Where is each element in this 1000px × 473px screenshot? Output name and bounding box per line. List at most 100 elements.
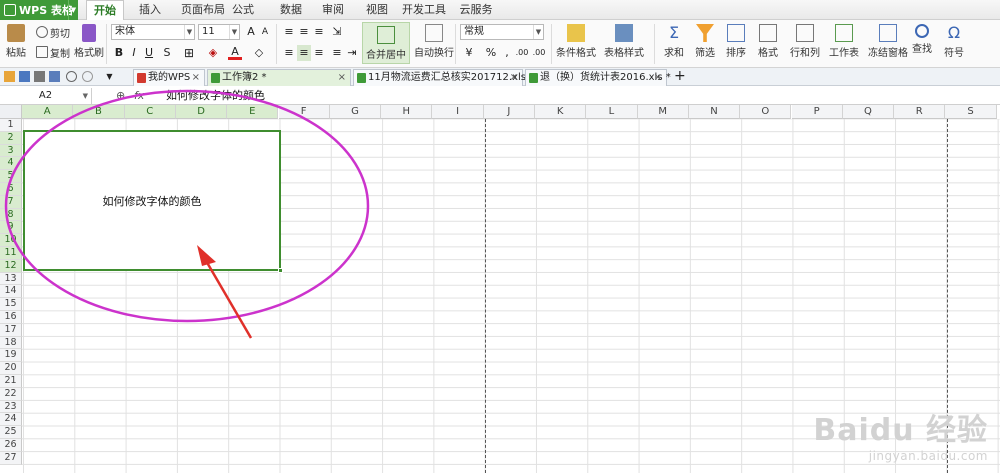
row-column-button[interactable]: 行和列 [790, 24, 820, 59]
tab-review[interactable]: 审阅 [317, 0, 349, 20]
doc-tab-returns[interactable]: 退（换）货统计表2016.xls * × [525, 69, 671, 86]
increase-decimal-button[interactable]: .00 [514, 45, 530, 61]
align-top-icon[interactable]: ≡ [282, 24, 296, 40]
copy-button[interactable]: 复制 [36, 44, 70, 60]
decrease-font-icon[interactable]: A [258, 24, 272, 40]
tab-cloud-service[interactable]: 云服务 [454, 0, 498, 20]
merge-center-button[interactable]: 合并居中 [362, 22, 410, 64]
conditional-format-button[interactable]: 条件格式 [556, 24, 596, 59]
column-header-h[interactable]: H [381, 105, 433, 119]
format-painter-button[interactable]: 格式刷 [74, 24, 104, 59]
name-box[interactable]: A2 ▼ [0, 88, 92, 104]
doc-tab-workbook2[interactable]: 工作簿2 * × [207, 69, 351, 86]
tab-view[interactable]: 视图 [361, 0, 393, 20]
row-header-19[interactable]: 19 [0, 349, 22, 363]
column-header-a[interactable]: A [22, 105, 74, 119]
font-color-icon[interactable]: A [228, 45, 242, 60]
row-header-25[interactable]: 25 [0, 426, 22, 439]
tab-home[interactable]: 开始 [86, 0, 124, 21]
row-header-17[interactable]: 17 [0, 323, 22, 337]
row-header-2[interactable]: 2 [0, 131, 22, 145]
tab-developer[interactable]: 开发工具 [402, 0, 446, 20]
bold-button[interactable]: B [112, 45, 126, 61]
column-header-f[interactable]: F [278, 105, 330, 119]
select-all-corner[interactable] [0, 105, 22, 119]
indent-icon[interactable]: ⇥ [345, 45, 359, 61]
align-bottom-icon[interactable]: ≡ [312, 24, 326, 40]
align-middle-icon[interactable]: ≡ [297, 24, 311, 40]
align-center-icon[interactable]: ≡ [297, 45, 311, 61]
close-icon[interactable]: × [654, 70, 662, 86]
strikethrough-icon[interactable]: S [160, 45, 174, 61]
justify-icon[interactable]: ≡ [330, 45, 344, 61]
number-format-select[interactable]: 常规 ▼ [460, 24, 544, 40]
row-header-7[interactable]: 7 [0, 195, 22, 209]
row-header-21[interactable]: 21 [0, 375, 22, 388]
row-header-23[interactable]: 23 [0, 400, 22, 414]
column-header-q[interactable]: Q [842, 105, 895, 119]
doc-tab-my-wps[interactable]: 我的WPS × [133, 69, 205, 86]
format-button[interactable]: 格式 [758, 24, 778, 59]
row-header-27[interactable]: 27 [0, 451, 22, 465]
column-header-c[interactable]: C [124, 105, 176, 119]
tab-insert[interactable]: 插入 [134, 0, 166, 20]
doc-tab-logistics[interactable]: 11月物流运费汇总核实201712.xls * × [353, 69, 534, 86]
zoom-icon[interactable]: ⊕ [116, 88, 125, 104]
percent-button[interactable]: % [484, 45, 498, 61]
merged-cell-a2-e12[interactable]: 如何修改字体的颜色 [23, 130, 281, 271]
tab-data[interactable]: 数据 [275, 0, 307, 20]
worksheet-button[interactable]: 工作表 [829, 24, 859, 59]
decrease-decimal-button[interactable]: .00 [531, 45, 547, 61]
close-icon[interactable]: × [510, 70, 518, 86]
redo-icon[interactable] [82, 71, 93, 82]
fill-handle[interactable] [278, 268, 283, 273]
find-button[interactable]: 查找 [912, 24, 932, 55]
print-preview-icon[interactable] [49, 71, 60, 82]
increase-font-icon[interactable]: A [244, 24, 258, 40]
row-header-24[interactable]: 24 [0, 413, 22, 427]
chevron-down-icon[interactable]: ▼ [68, 0, 78, 20]
row-header-1[interactable]: 1 [0, 119, 22, 132]
italic-button[interactable]: I [127, 45, 141, 61]
column-header-s[interactable]: S [945, 105, 997, 119]
new-tab-icon[interactable]: + [674, 69, 688, 83]
align-right-icon[interactable]: ≡ [312, 45, 326, 61]
font-name-select[interactable]: 宋体 ▼ [111, 24, 195, 40]
sort-button[interactable]: 排序 [726, 24, 746, 59]
save-icon[interactable] [19, 71, 30, 82]
column-header-p[interactable]: P [791, 105, 843, 119]
column-header-d[interactable]: D [175, 105, 228, 119]
column-header-o[interactable]: O [740, 105, 792, 119]
sum-button[interactable]: Σ 求和 [664, 24, 684, 60]
row-header-13[interactable]: 13 [0, 272, 22, 286]
row-header-8[interactable]: 8 [0, 208, 22, 222]
tab-page-layout[interactable]: 页面布局 [175, 0, 231, 20]
row-header-20[interactable]: 20 [0, 362, 22, 375]
comma-button[interactable]: , [500, 45, 514, 61]
close-icon[interactable]: × [338, 70, 346, 86]
orientation-icon[interactable]: ⇲ [330, 24, 344, 40]
wps-app-menu-button[interactable]: WPS 表格 ▼ [0, 0, 78, 20]
row-header-4[interactable]: 4 [0, 157, 22, 171]
column-header-l[interactable]: L [586, 105, 638, 119]
tab-formulas[interactable]: 公式 [227, 0, 259, 20]
align-left-icon[interactable]: ≡ [282, 45, 296, 61]
filter-button[interactable]: 筛选 [695, 24, 715, 59]
underline-button[interactable]: U [142, 45, 156, 61]
chevron-down-icon[interactable]: ▼ [104, 71, 115, 82]
row-header-3[interactable]: 3 [0, 144, 22, 158]
formula-input[interactable]: 如何修改字体的颜色 [166, 88, 265, 104]
border-icon[interactable]: ⊞ [182, 45, 196, 61]
row-header-22[interactable]: 22 [0, 387, 22, 401]
symbol-button[interactable]: Ω 符号 [944, 24, 964, 60]
close-icon[interactable]: × [192, 70, 200, 86]
fill-color-icon[interactable]: ◈ [206, 45, 220, 61]
column-header-b[interactable]: B [73, 105, 125, 119]
clear-format-icon[interactable]: ◇ [252, 45, 266, 61]
column-header-n[interactable]: N [688, 105, 741, 119]
row-header-9[interactable]: 9 [0, 221, 22, 235]
insert-function-button[interactable]: fx [134, 88, 144, 104]
row-header-26[interactable]: 26 [0, 439, 22, 452]
column-header-k[interactable]: K [535, 105, 587, 119]
row-header-12[interactable]: 12 [0, 259, 22, 273]
